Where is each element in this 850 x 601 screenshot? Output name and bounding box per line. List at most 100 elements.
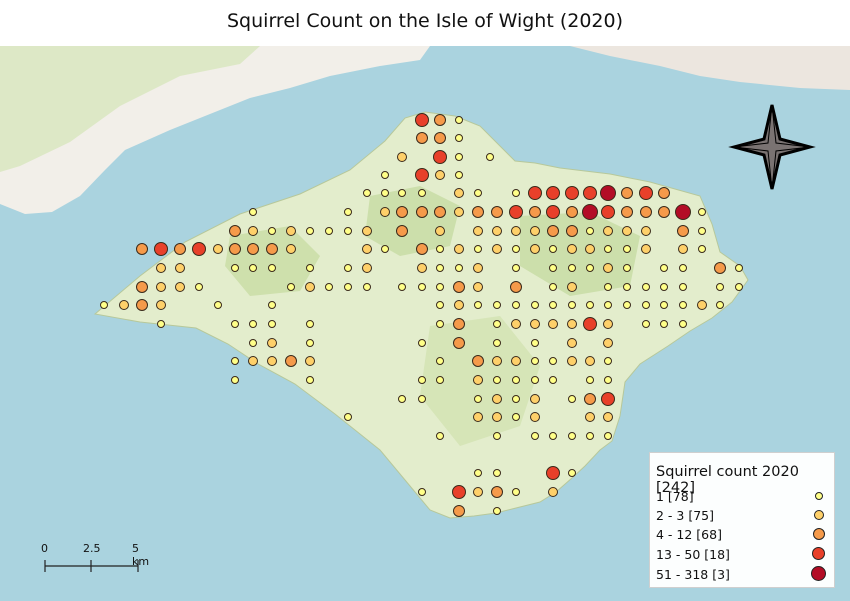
squirrel-point-marker	[344, 283, 352, 291]
squirrel-point-marker	[436, 301, 444, 309]
squirrel-point-marker	[344, 413, 352, 421]
squirrel-point-marker	[396, 225, 408, 237]
squirrel-point-marker	[344, 208, 352, 216]
squirrel-point-marker	[454, 207, 464, 217]
scale-bar: 0 2.5 5 km	[40, 540, 150, 574]
squirrel-point-marker	[623, 301, 631, 309]
squirrel-point-marker	[231, 357, 239, 365]
squirrel-point-marker	[455, 134, 463, 142]
squirrel-point-marker	[640, 206, 652, 218]
squirrel-point-marker	[509, 205, 523, 219]
squirrel-point-marker	[455, 264, 463, 272]
squirrel-point-marker	[454, 188, 464, 198]
squirrel-point-marker	[214, 301, 222, 309]
squirrel-point-marker	[396, 206, 408, 218]
squirrel-point-marker	[436, 320, 444, 328]
legend-swatch-class-2	[814, 510, 824, 520]
squirrel-point-marker	[434, 206, 446, 218]
squirrel-point-marker	[474, 395, 482, 403]
squirrel-point-marker	[455, 171, 463, 179]
squirrel-point-marker	[231, 264, 239, 272]
squirrel-point-marker	[622, 226, 632, 236]
squirrel-point-marker	[531, 301, 539, 309]
squirrel-point-marker	[623, 264, 631, 272]
squirrel-point-marker	[175, 263, 185, 273]
squirrel-point-marker	[511, 319, 521, 329]
squirrel-point-marker	[249, 339, 257, 347]
squirrel-point-marker	[453, 281, 465, 293]
squirrel-point-marker	[549, 283, 557, 291]
legend-label: 13 - 50 [18]	[656, 547, 730, 562]
squirrel-point-marker	[679, 320, 687, 328]
squirrel-point-marker	[474, 301, 482, 309]
squirrel-point-marker	[585, 356, 595, 366]
squirrel-point-marker	[433, 150, 447, 164]
squirrel-point-marker	[677, 225, 689, 237]
squirrel-point-marker	[586, 264, 594, 272]
squirrel-point-marker	[660, 264, 668, 272]
squirrel-point-marker	[286, 244, 296, 254]
squirrel-point-marker	[285, 355, 297, 367]
squirrel-point-marker	[305, 356, 315, 366]
squirrel-point-marker	[306, 264, 314, 272]
squirrel-point-marker	[549, 357, 557, 365]
legend-swatch-class-3	[813, 528, 825, 540]
squirrel-point-marker	[603, 263, 613, 273]
squirrel-point-marker	[660, 283, 668, 291]
squirrel-point-marker	[601, 392, 615, 406]
squirrel-point-marker	[531, 432, 539, 440]
squirrel-point-marker	[549, 376, 557, 384]
squirrel-point-marker	[549, 301, 557, 309]
squirrel-point-marker	[604, 432, 612, 440]
squirrel-point-marker	[398, 283, 406, 291]
squirrel-point-marker	[268, 301, 276, 309]
squirrel-point-marker	[435, 170, 445, 180]
legend-label: 2 - 3 [75]	[656, 508, 714, 523]
squirrel-point-marker	[474, 189, 482, 197]
squirrel-point-marker	[566, 225, 578, 237]
squirrel-point-marker	[512, 264, 520, 272]
squirrel-point-marker	[565, 186, 579, 200]
squirrel-point-marker	[716, 301, 724, 309]
squirrel-point-marker	[363, 283, 371, 291]
squirrel-point-marker	[436, 245, 444, 253]
squirrel-point-marker	[249, 320, 257, 328]
squirrel-point-marker	[418, 283, 426, 291]
squirrel-point-marker	[398, 189, 406, 197]
squirrel-point-marker	[531, 376, 539, 384]
squirrel-point-marker	[397, 152, 407, 162]
squirrel-point-marker	[174, 243, 186, 255]
map-title: Squirrel Count on the Isle of Wight (202…	[227, 10, 623, 32]
squirrel-point-marker	[586, 227, 594, 235]
squirrel-point-marker	[511, 226, 521, 236]
legend-label: 51 - 318 [3]	[656, 567, 730, 582]
squirrel-point-marker	[530, 412, 540, 422]
squirrel-point-marker	[398, 395, 406, 403]
squirrel-point-marker	[603, 338, 613, 348]
squirrel-point-marker	[267, 356, 277, 366]
squirrel-point-marker	[586, 432, 594, 440]
squirrel-point-marker	[546, 205, 560, 219]
squirrel-point-marker	[698, 227, 706, 235]
squirrel-point-marker	[434, 114, 446, 126]
squirrel-point-marker	[641, 244, 651, 254]
squirrel-point-marker	[492, 356, 502, 366]
squirrel-point-marker	[381, 245, 389, 253]
legend: Squirrel count 2020 [242] 1 [78] 2 - 3 […	[649, 452, 835, 588]
squirrel-point-marker	[531, 339, 539, 347]
squirrel-point-marker	[512, 376, 520, 384]
squirrel-point-marker	[100, 301, 108, 309]
squirrel-point-marker	[436, 432, 444, 440]
squirrel-point-marker	[568, 432, 576, 440]
squirrel-point-marker	[603, 319, 613, 329]
squirrel-point-marker	[735, 264, 743, 272]
squirrel-point-marker	[136, 243, 148, 255]
squirrel-point-marker	[604, 376, 612, 384]
squirrel-point-marker	[381, 171, 389, 179]
squirrel-point-marker	[175, 282, 185, 292]
squirrel-point-marker	[568, 469, 576, 477]
squirrel-point-marker	[229, 243, 241, 255]
legend-entry: 4 - 12 [68]	[656, 525, 828, 545]
squirrel-point-marker	[325, 227, 333, 235]
squirrel-point-marker	[473, 487, 483, 497]
